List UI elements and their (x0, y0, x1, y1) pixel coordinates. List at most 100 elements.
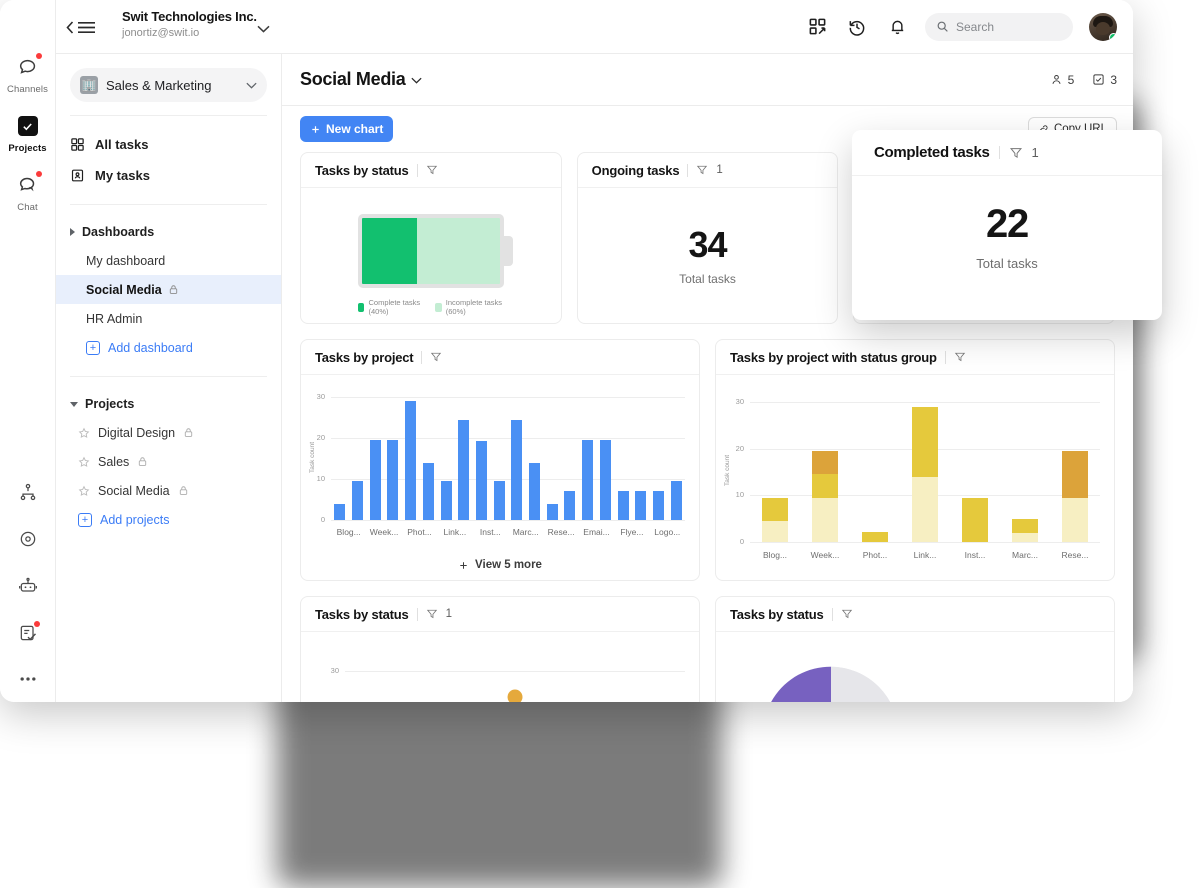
sidebar-item-sales[interactable]: Sales (56, 447, 281, 476)
filter-icon[interactable] (426, 164, 438, 176)
chat-bubble-icon (15, 53, 42, 80)
history-clock-icon[interactable] (845, 15, 869, 39)
bell-icon[interactable] (885, 15, 909, 39)
filter-icon[interactable] (696, 164, 708, 176)
card-header: Completed tasks 1 (852, 130, 1162, 176)
filter-icon[interactable] (430, 351, 442, 363)
divider (421, 350, 423, 364)
clipboard-person-icon (71, 169, 84, 182)
collapse-sidebar-button[interactable] (66, 14, 102, 40)
sidebar-item-my-dashboard[interactable]: My dashboard (56, 246, 281, 275)
x-axis-tick: Week... (810, 550, 840, 560)
card-header: Tasks by project (301, 340, 699, 375)
bar (493, 481, 505, 520)
legend-swatch (435, 302, 442, 312)
legend-item: Incomplete tasks (60%) (435, 298, 504, 316)
card-title: Completed tasks (874, 144, 990, 161)
sidebar-item-social-media-dashboard[interactable]: Social Media (56, 275, 281, 304)
bot-icon[interactable] (18, 576, 38, 601)
workspace-selector[interactable]: 🏢 Sales & Marketing (70, 68, 267, 102)
sidebar-item-all-tasks[interactable]: All tasks (56, 129, 281, 160)
divider (416, 607, 418, 621)
bar-segment (912, 476, 938, 542)
sidebar-section-projects[interactable]: Projects (56, 390, 281, 418)
bar (635, 491, 647, 520)
gridline (750, 542, 1100, 543)
bar (440, 481, 452, 520)
target-icon[interactable] (18, 529, 38, 554)
new-chart-button[interactable]: New chart (300, 116, 394, 142)
x-axis-tick: Rese... (1061, 550, 1089, 560)
filter-icon[interactable] (426, 608, 438, 620)
sidebar-item-digital-design[interactable]: Digital Design (56, 418, 281, 447)
card-title: Tasks by status (315, 606, 409, 622)
star-icon (78, 456, 90, 467)
filter-icon[interactable] (1009, 146, 1023, 160)
tasks-count-stat[interactable]: 3 (1092, 73, 1117, 87)
card-body: To do (716, 632, 1114, 702)
chevron-down-icon[interactable] (257, 20, 270, 38)
sidebar-section-dashboards[interactable]: Dashboards (56, 218, 281, 246)
sidebar-label-all-tasks: All tasks (95, 137, 149, 152)
plus-icon (460, 561, 467, 569)
filter-count: 1 (445, 608, 452, 620)
members-count-stat[interactable]: 5 (1050, 73, 1074, 87)
x-axis-tick: Link... (443, 527, 467, 537)
page-title-chevron-icon[interactable] (411, 71, 423, 89)
sidebar-section-label-dashboards: Dashboards (82, 225, 155, 239)
more-icon[interactable] (18, 670, 38, 688)
dashboard-row-3: Tasks by status 1 0102030Task countTo do… (300, 596, 1115, 702)
sidebar: 🏢 Sales & Marketing All tasks My tasks D… (56, 54, 282, 702)
sidebar-item-social-media-project[interactable]: Social Media (56, 476, 281, 505)
filter-icon[interactable] (954, 351, 966, 363)
bar (529, 462, 541, 520)
y-axis-tick: 30 (330, 666, 339, 676)
add-projects-button[interactable]: + Add projects (56, 505, 281, 535)
rail-item-projects[interactable]: Projects (0, 113, 56, 154)
sidebar-item-my-tasks[interactable]: My tasks (56, 160, 281, 191)
floating-card-completed-tasks[interactable]: Completed tasks 1 22 Total tasks (852, 130, 1162, 320)
gridline (331, 438, 685, 440)
bar-segment (1062, 451, 1088, 498)
y-axis-tick: 20 (735, 443, 744, 453)
x-axis-tick: Logo... (654, 527, 681, 537)
apps-grid-icon[interactable] (805, 15, 829, 39)
org-chart-icon[interactable] (18, 482, 38, 507)
sidebar-item-hr-admin[interactable]: HR Admin (56, 304, 281, 333)
view-more-button[interactable]: View 5 more (301, 550, 699, 580)
bar (475, 441, 487, 520)
battery-cap (503, 236, 513, 266)
approval-icon[interactable] (18, 621, 40, 648)
add-dashboard-button[interactable]: + Add dashboard (56, 333, 281, 363)
star-icon (78, 427, 90, 438)
rail-bottom-group (18, 482, 40, 702)
pie-chart-tasks-by-status (771, 666, 891, 702)
divider (70, 115, 267, 116)
card-tasks-by-status-lollipop: Tasks by status 1 0102030Task countTo do… (300, 596, 700, 702)
x-axis-tick: Link... (913, 550, 937, 560)
app-window: Channels Projects Chat Swit Technologies… (0, 0, 1133, 702)
divider (70, 376, 267, 377)
avatar[interactable] (1089, 12, 1117, 41)
bar (405, 401, 417, 520)
rail-label-channels: Channels (7, 84, 48, 95)
rail-item-chat[interactable]: Chat (0, 171, 56, 213)
x-axis-tick: Week... (369, 527, 399, 537)
card-tasks-by-project: Tasks by project 0 10 20 30 Task count Blog..… (300, 339, 700, 581)
bar (369, 440, 381, 520)
bar-segment (912, 406, 938, 477)
icon-rail: Channels Projects Chat (0, 0, 56, 702)
y-axis-tick: 0 (320, 515, 325, 524)
top-bar: Search (282, 0, 1133, 54)
filter-icon[interactable] (841, 608, 853, 620)
y-axis-title: Task count (309, 441, 316, 473)
rail-item-channels[interactable]: Channels (0, 53, 56, 95)
search-input[interactable]: Search (925, 12, 1073, 41)
notification-dot (33, 621, 40, 627)
triangle-down-icon (70, 401, 78, 407)
plus-icon (312, 125, 319, 133)
y-axis-tick: 10 (735, 490, 744, 500)
page-header: Social Media 5 3 (282, 54, 1133, 106)
legend-label: Incomplete tasks (60%) (445, 298, 503, 316)
main-content: Search Social Media 5 3 New chart Copy U… (282, 0, 1133, 702)
